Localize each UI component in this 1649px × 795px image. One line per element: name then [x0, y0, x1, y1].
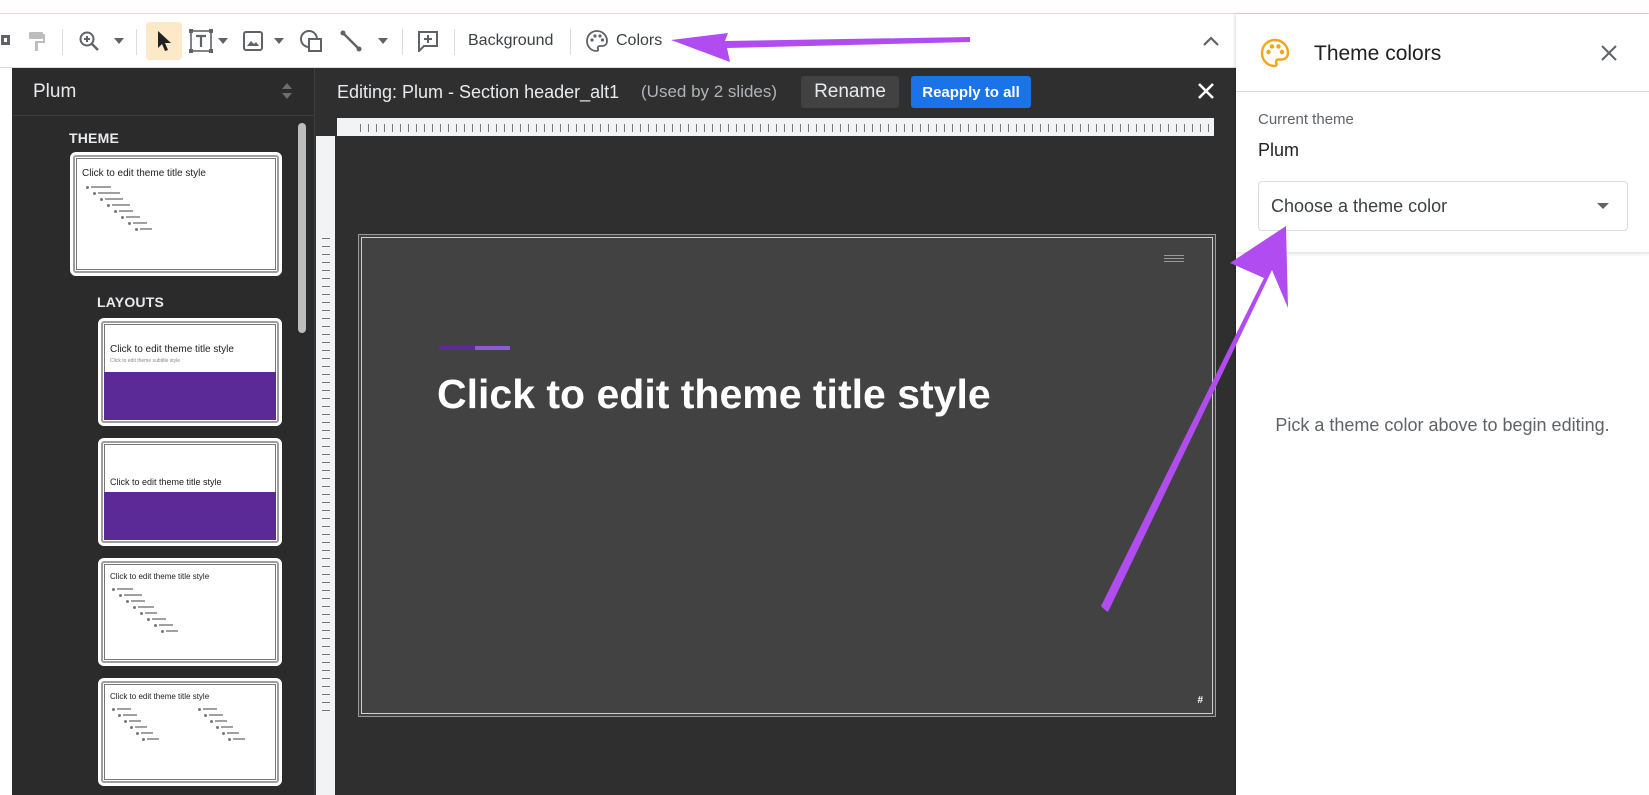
scrollbar[interactable]	[298, 123, 306, 333]
chevron-down-icon	[1597, 203, 1609, 209]
editing-title: Editing: Plum - Section header_alt1	[337, 82, 620, 102]
slide-canvas[interactable]: Click to edit theme title style #	[358, 234, 1216, 717]
image-caret-icon[interactable]	[272, 14, 286, 68]
palette-icon	[584, 14, 610, 68]
select-tool-button[interactable]	[146, 22, 182, 60]
editing-header: Editing: Plum - Section header_alt1 (Use…	[316, 68, 1236, 118]
layout-thumbnail-title[interactable]: Click to edit theme title style Click to…	[98, 318, 282, 426]
theme-name: Plum	[33, 81, 77, 102]
rename-button[interactable]: Rename	[801, 76, 899, 108]
thumbnail-title: Click to edit theme title style	[110, 477, 222, 487]
layout-thumbnail-two-columns[interactable]: Click to edit theme title style	[98, 678, 282, 786]
clipped-tool-icon[interactable]	[0, 14, 14, 68]
text-box-icon[interactable]	[186, 14, 216, 68]
sort-arrows-icon	[282, 83, 292, 99]
paint-format-icon[interactable]	[24, 14, 50, 68]
layout-thumbnail-title-body[interactable]: Click to edit theme title style	[98, 558, 282, 666]
panel-title: Theme colors	[1314, 42, 1442, 65]
zoom-icon[interactable]	[76, 14, 102, 68]
empty-state-hint: Pick a theme color above to begin editin…	[1275, 415, 1610, 435]
layouts-section-label: LAYOUTS	[97, 294, 165, 310]
zoom-dropdown-caret-icon[interactable]	[112, 14, 126, 68]
thumbnail-subtitle: Click to edit theme subtitle style	[110, 358, 181, 364]
select-cursor-icon	[158, 31, 171, 51]
comment-icon[interactable]	[414, 14, 442, 68]
close-icon[interactable]	[1600, 44, 1618, 62]
slide-title[interactable]: Click to edit theme title style	[437, 371, 991, 418]
thumbnail-title: Click to edit theme title style	[110, 692, 210, 701]
window-top-edge	[0, 0, 1649, 14]
used-by-count: (Used by 2 slides)	[641, 82, 778, 101]
line-icon[interactable]	[338, 14, 364, 68]
theme-section-label: THEME	[69, 130, 119, 146]
colors-button[interactable]: Colors	[616, 14, 662, 68]
collapse-chevron-icon[interactable]	[1198, 14, 1224, 68]
thumbnail-title: Click to edit theme title style	[110, 344, 234, 355]
reapply-to-all-button[interactable]: Reapply to all	[911, 76, 1031, 108]
theme-color-dropdown-label: Choose a theme color	[1271, 196, 1448, 216]
line-caret-icon[interactable]	[376, 14, 390, 68]
thumbnail-accent-band	[104, 492, 276, 540]
close-icon[interactable]	[1196, 81, 1216, 101]
theme-layouts-panel: Plum THEME LAYOUTS Click to edit theme t…	[12, 68, 315, 795]
theme-master-thumbnail[interactable]: Click to edit theme title style	[70, 152, 282, 276]
title-accent-bar	[439, 346, 475, 350]
image-icon[interactable]	[240, 14, 266, 68]
text-box-caret-icon[interactable]	[216, 14, 230, 68]
theme-selector[interactable]: Plum	[12, 68, 315, 116]
thumbnail-title: Click to edit theme title style	[82, 168, 206, 179]
thumbnail-title: Click to edit theme title style	[110, 572, 210, 581]
theme-color-dropdown[interactable]: Choose a theme color	[1258, 181, 1628, 231]
slide-number: #	[1197, 695, 1203, 706]
toolbar: Background Colors	[0, 14, 1236, 68]
theme-colors-panel: Theme colors Current theme Plum Choose a…	[1236, 14, 1649, 795]
thumbnail-accent-band	[104, 372, 276, 420]
current-theme-value: Plum	[1258, 140, 1300, 160]
panel-header: Theme colors	[1236, 14, 1649, 92]
background-button[interactable]: Background	[468, 14, 553, 68]
slide-menu-lines	[1164, 255, 1184, 262]
layout-thumbnail-section-header[interactable]: Click to edit theme title style	[98, 438, 282, 546]
palette-icon	[1260, 38, 1290, 68]
shape-icon[interactable]	[296, 14, 326, 68]
current-theme-label: Current theme	[1258, 111, 1354, 128]
title-accent-bar-light	[475, 346, 510, 350]
